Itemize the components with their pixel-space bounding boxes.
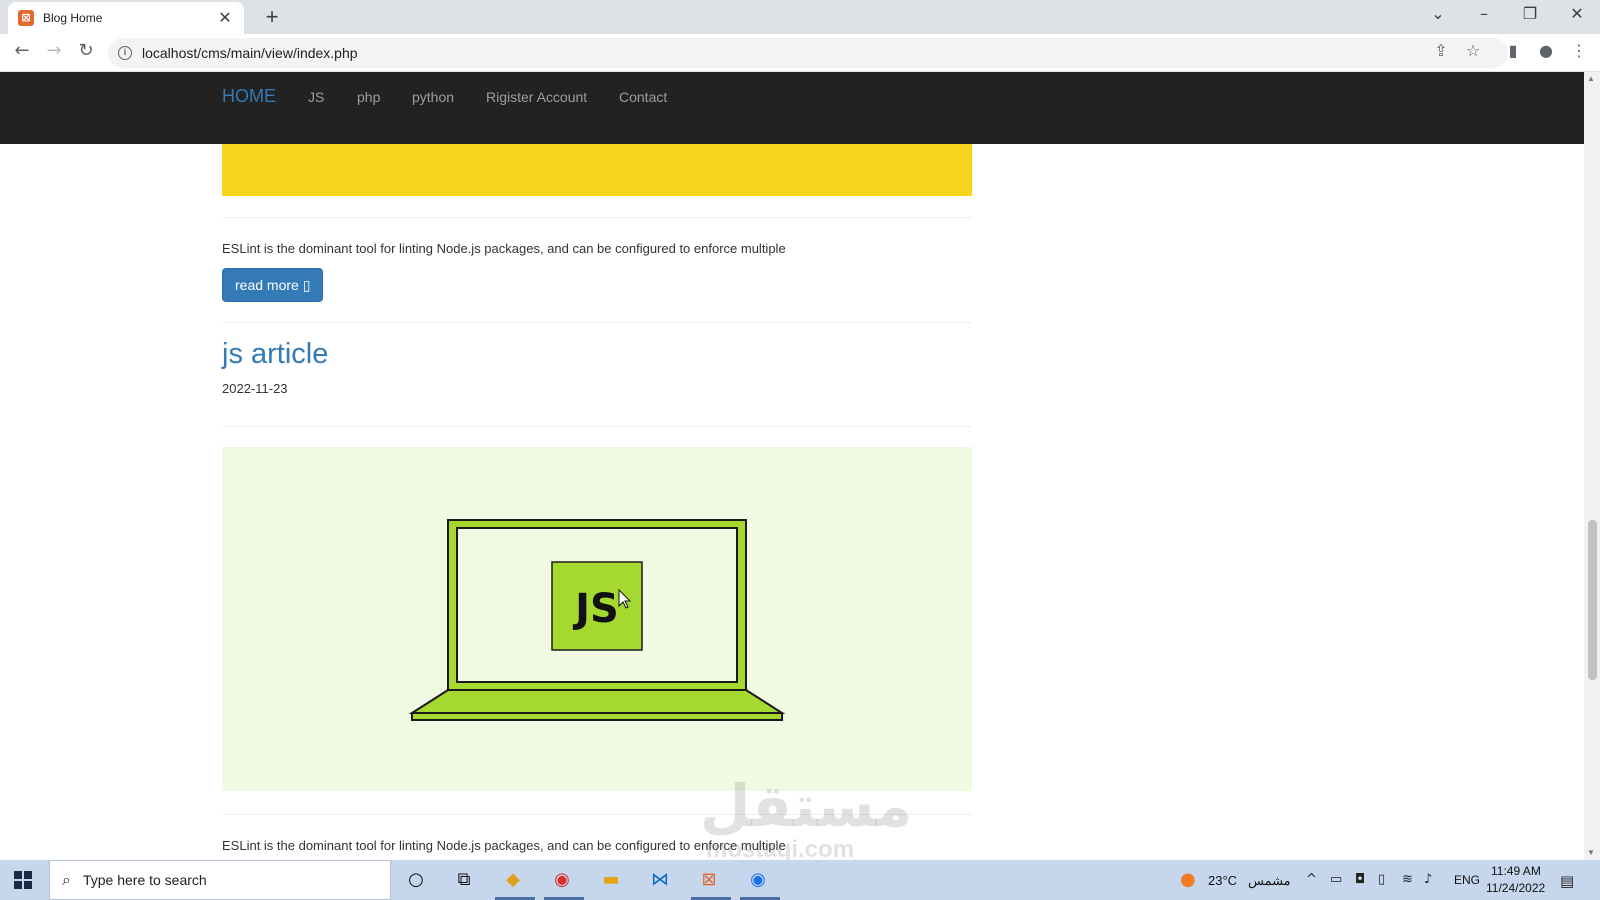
reload-icon[interactable]: ↻ (74, 40, 98, 61)
restore-button[interactable]: ❐ (1518, 4, 1542, 23)
vertical-scrollbar[interactable]: ▲ ▼ (1584, 72, 1600, 860)
file-explorer-icon[interactable]: ▬ (598, 867, 624, 893)
minimize-button[interactable]: – (1472, 4, 1496, 23)
search-icon: ⌕ (62, 870, 71, 889)
windows-start-icon[interactable] (14, 871, 32, 889)
scroll-up-icon[interactable]: ▲ (1587, 74, 1595, 83)
browser-toolbar: ← → ↻ i localhost/cms/main/view/index.ph… (0, 34, 1600, 72)
taskbar-search[interactable]: ⌕ Type here to search (49, 860, 391, 900)
search-placeholder: Type here to search (82, 872, 207, 888)
close-tab-icon[interactable]: ✕ (216, 8, 234, 28)
chrome-alt-icon[interactable]: ◉ (549, 867, 575, 893)
xampp-icon[interactable]: ⊠ (696, 867, 722, 893)
divider (222, 322, 972, 323)
monitor-icon[interactable]: ▭ (1330, 872, 1342, 887)
weather-temp[interactable]: 23°C (1208, 873, 1237, 888)
clock-time[interactable]: 11:49 AM (1491, 864, 1541, 878)
post-image-yellow (222, 144, 972, 196)
nav-home-link[interactable]: HOME (222, 86, 276, 107)
watermark-logo: مستقل (700, 772, 913, 840)
read-more-button[interactable]: read more ▯ (222, 268, 324, 302)
nav-link-python[interactable]: python (412, 89, 454, 105)
js-laptop-illustration: JS (408, 519, 786, 721)
divider (222, 426, 972, 427)
address-bar[interactable]: i localhost/cms/main/view/index.php (108, 38, 1508, 68)
forward-icon[interactable]: → (42, 40, 66, 61)
vscode-icon[interactable]: ⋈ (647, 867, 673, 893)
new-tab-button[interactable]: + (260, 4, 284, 30)
chrome-icon[interactable]: ◉ (745, 867, 771, 893)
scroll-down-icon[interactable]: ▼ (1587, 848, 1595, 857)
volume-icon[interactable]: ♪ (1424, 872, 1432, 887)
notification-icon[interactable]: ▤ (1560, 872, 1574, 890)
post-image-js-laptop: JS (222, 447, 972, 791)
nav-link-php[interactable]: php (357, 89, 380, 105)
cortana-icon[interactable]: ○ (403, 867, 429, 893)
profile-icon[interactable]: ● (1535, 41, 1557, 60)
menu-kebab-icon[interactable]: ⋮ (1568, 41, 1590, 60)
nav-link-contact[interactable]: Contact (619, 89, 667, 105)
windows-taskbar: ⌕ Type here to search ○ ⧉ ◆ ◉ ▬ ⋈ ⊠ ◉ ● … (0, 860, 1600, 900)
js-logo-text: JS (572, 586, 619, 632)
nav-link-js[interactable]: JS (308, 89, 324, 105)
language-indicator[interactable]: ENG (1454, 873, 1480, 887)
side-panel-icon[interactable]: ▮ (1502, 41, 1524, 60)
meet-icon[interactable]: ◘ (1355, 872, 1365, 887)
share-icon[interactable]: ⇪ (1430, 41, 1452, 60)
bookmark-star-icon[interactable]: ☆ (1462, 41, 1484, 60)
browser-tabstrip: ⊠ Blog Home ✕ + ⌄ – ❐ ✕ (0, 0, 1600, 34)
weather-text[interactable]: مشمس (1248, 873, 1291, 889)
xampp-icon: ⊠ (18, 10, 34, 26)
tab-title: Blog Home (43, 11, 103, 25)
post-title[interactable]: js article (222, 338, 328, 371)
divider (222, 217, 972, 218)
post-excerpt: ESLint is the dominant tool for linting … (222, 838, 786, 853)
clock-date[interactable]: 11/24/2022 (1486, 881, 1545, 895)
url-text[interactable]: localhost/cms/main/view/index.php (142, 45, 358, 61)
weather-sun-icon[interactable]: ● (1180, 869, 1196, 890)
page-viewport: HOME JS php python Rigister Account Cont… (0, 72, 1584, 860)
close-window-button[interactable]: ✕ (1565, 4, 1589, 23)
info-icon[interactable]: i (118, 46, 132, 60)
chevron-up-icon[interactable]: ^ (1306, 872, 1317, 887)
back-icon[interactable]: ← (10, 40, 34, 61)
battery-icon[interactable]: ▯ (1378, 872, 1385, 887)
wifi-icon[interactable]: ≋ (1402, 872, 1413, 887)
browser-tab[interactable]: ⊠ Blog Home ✕ (8, 2, 244, 34)
task-view-icon[interactable]: ⧉ (451, 867, 477, 893)
tab-search-icon[interactable]: ⌄ (1426, 4, 1450, 23)
post-excerpt: ESLint is the dominant tool for linting … (222, 241, 786, 256)
scroll-thumb[interactable] (1588, 520, 1597, 680)
paint-icon[interactable]: ◆ (500, 867, 526, 893)
site-navbar: HOME JS php python Rigister Account Cont… (0, 72, 1584, 144)
nav-link-register[interactable]: Rigister Account (486, 89, 587, 105)
post-date: 2022-11-23 (222, 381, 288, 396)
watermark-text: mostaqi.com (706, 836, 855, 860)
